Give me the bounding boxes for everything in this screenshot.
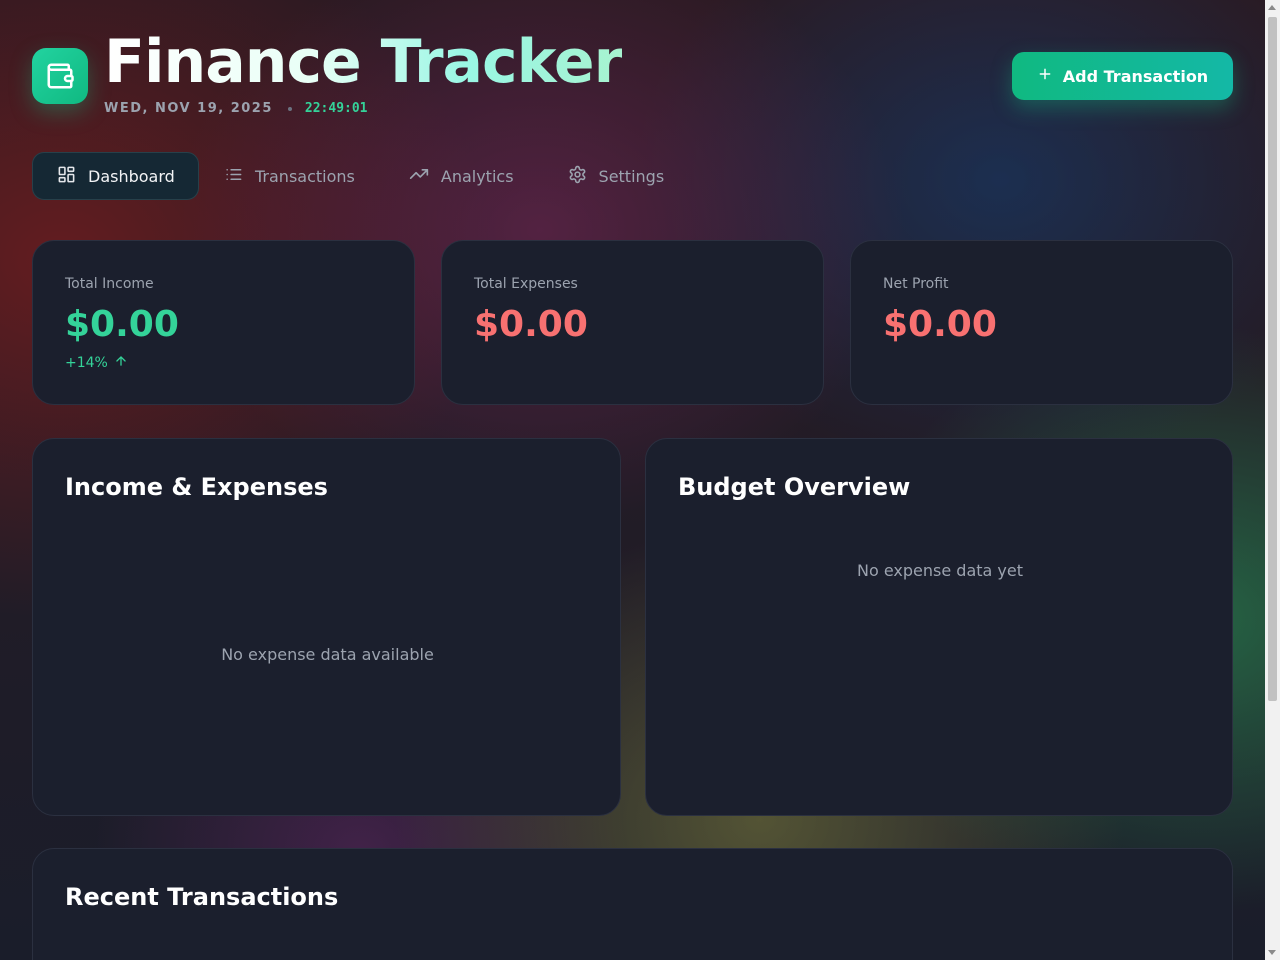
panel-title: Budget Overview	[678, 473, 911, 501]
panel-title: Income & Expenses	[65, 473, 328, 501]
budget-overview-panel: Budget Overview No expense data yet	[645, 438, 1233, 816]
current-date: WED, NOV 19, 2025	[104, 101, 273, 116]
list-icon	[224, 165, 243, 188]
scroll-up-arrow-icon[interactable]	[1268, 5, 1276, 10]
stat-label: Total Income	[65, 276, 154, 292]
stat-card-net-profit: Net Profit $0.00	[850, 240, 1233, 405]
tab-label: Dashboard	[88, 166, 175, 186]
tab-dashboard[interactable]: Dashboard	[32, 152, 199, 200]
separator-dot	[287, 106, 292, 111]
scrollbar-thumb[interactable]	[1268, 17, 1277, 701]
empty-state-text: No expense data yet	[857, 561, 1023, 580]
wallet-icon	[32, 48, 88, 104]
stat-card-expenses: Total Expenses $0.00	[441, 240, 824, 405]
stat-card-income: Total Income $0.00 +14%	[32, 240, 415, 405]
scrollbar[interactable]	[1265, 0, 1280, 960]
current-time: 22:49:01	[304, 101, 368, 116]
page-title: Finance Tracker	[104, 27, 623, 97]
gear-icon	[568, 165, 587, 188]
income-expenses-panel: Income & Expenses No expense data availa…	[32, 438, 621, 816]
recent-transactions-panel: Recent Transactions	[32, 848, 1233, 960]
tab-analytics[interactable]: Analytics	[380, 152, 539, 200]
change-text: +14%	[65, 355, 108, 371]
tab-label: Analytics	[440, 166, 514, 186]
tab-settings[interactable]: Settings	[539, 152, 690, 200]
panel-title: Recent Transactions	[65, 883, 339, 911]
date-time-line: WED, NOV 19, 2025 22:49:01	[104, 101, 368, 116]
add-transaction-button[interactable]: Add Transaction	[1012, 52, 1233, 100]
stat-value: $0.00	[65, 304, 179, 345]
arrow-up-icon	[114, 354, 128, 372]
empty-state-text: No expense data available	[221, 645, 434, 664]
tab-label: Transactions	[255, 166, 355, 186]
stat-change: +14%	[65, 354, 128, 372]
tab-transactions[interactable]: Transactions	[203, 152, 380, 200]
grid-icon	[57, 165, 76, 188]
header: Finance Tracker WED, NOV 19, 2025 22:49:…	[32, 30, 1233, 120]
trending-up-icon	[409, 164, 429, 188]
plus-icon	[1037, 66, 1053, 86]
scroll-down-arrow-icon[interactable]	[1268, 950, 1276, 955]
nav-tabs: Dashboard Transactions Analytics Setting…	[32, 152, 689, 200]
stat-label: Net Profit	[883, 276, 949, 292]
tab-label: Settings	[598, 166, 665, 186]
add-transaction-label: Add Transaction	[1062, 66, 1209, 86]
stat-label: Total Expenses	[474, 276, 578, 292]
stat-value: $0.00	[883, 304, 997, 345]
stat-value: $0.00	[474, 304, 588, 345]
